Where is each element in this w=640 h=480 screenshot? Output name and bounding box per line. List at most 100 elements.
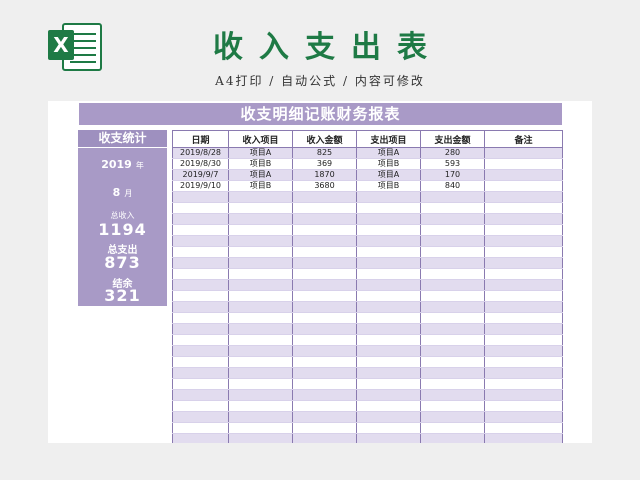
cell-notes[interactable] xyxy=(484,147,563,159)
cell-expense-amount[interactable] xyxy=(420,400,485,412)
cell-expense-amount[interactable] xyxy=(420,378,485,390)
cell-notes[interactable] xyxy=(484,158,563,170)
cell-income-item[interactable] xyxy=(228,433,293,443)
cell-income-item[interactable] xyxy=(228,213,293,225)
cell-expense-amount[interactable] xyxy=(420,334,485,346)
cell-income-item[interactable] xyxy=(228,191,293,203)
cell-date[interactable]: 2019/9/10 xyxy=(172,180,229,192)
cell-notes[interactable] xyxy=(484,202,563,214)
cell-expense-item[interactable]: 项目A xyxy=(356,169,421,181)
cell-date[interactable] xyxy=(172,356,229,368)
cell-notes[interactable] xyxy=(484,235,563,247)
cell-expense-item[interactable] xyxy=(356,389,421,401)
cell-expense-amount[interactable] xyxy=(420,213,485,225)
cell-date[interactable] xyxy=(172,224,229,236)
cell-expense-amount[interactable] xyxy=(420,356,485,368)
cell-date[interactable] xyxy=(172,411,229,423)
cell-expense-amount[interactable] xyxy=(420,279,485,291)
cell-expense-item[interactable] xyxy=(356,224,421,236)
cell-income-amount[interactable] xyxy=(292,290,357,302)
cell-notes[interactable] xyxy=(484,290,563,302)
cell-date[interactable]: 2019/9/7 xyxy=(172,169,229,181)
cell-notes[interactable] xyxy=(484,334,563,346)
cell-income-amount[interactable] xyxy=(292,422,357,434)
cell-income-item[interactable] xyxy=(228,268,293,280)
cell-date[interactable] xyxy=(172,235,229,247)
cell-notes[interactable] xyxy=(484,312,563,324)
cell-income-amount[interactable] xyxy=(292,268,357,280)
cell-income-amount[interactable] xyxy=(292,257,357,269)
cell-income-item[interactable] xyxy=(228,367,293,379)
cell-expense-amount[interactable] xyxy=(420,345,485,357)
cell-expense-item[interactable] xyxy=(356,334,421,346)
cell-notes[interactable] xyxy=(484,191,563,203)
cell-income-amount[interactable]: 1870 xyxy=(292,169,357,181)
cell-income-amount[interactable] xyxy=(292,389,357,401)
cell-expense-amount[interactable] xyxy=(420,257,485,269)
cell-date[interactable] xyxy=(172,334,229,346)
cell-income-amount[interactable] xyxy=(292,378,357,390)
cell-income-item[interactable] xyxy=(228,422,293,434)
cell-expense-item[interactable] xyxy=(356,312,421,324)
cell-notes[interactable] xyxy=(484,389,563,401)
cell-expense-amount[interactable]: 280 xyxy=(420,147,485,159)
cell-expense-item[interactable] xyxy=(356,345,421,357)
cell-expense-amount[interactable] xyxy=(420,433,485,443)
cell-income-item[interactable]: 项目B xyxy=(228,180,293,192)
cell-income-item[interactable] xyxy=(228,224,293,236)
cell-income-item[interactable]: 项目B xyxy=(228,158,293,170)
cell-notes[interactable] xyxy=(484,301,563,313)
cell-expense-item[interactable] xyxy=(356,235,421,247)
cell-date[interactable] xyxy=(172,367,229,379)
cell-date[interactable] xyxy=(172,246,229,258)
cell-date[interactable] xyxy=(172,389,229,401)
cell-income-amount[interactable] xyxy=(292,279,357,291)
cell-income-amount[interactable] xyxy=(292,323,357,335)
cell-income-item[interactable] xyxy=(228,235,293,247)
cell-income-item[interactable] xyxy=(228,400,293,412)
cell-income-amount[interactable]: 369 xyxy=(292,158,357,170)
cell-notes[interactable] xyxy=(484,279,563,291)
cell-date[interactable] xyxy=(172,191,229,203)
cell-income-item[interactable] xyxy=(228,312,293,324)
cell-expense-amount[interactable] xyxy=(420,290,485,302)
cell-income-amount[interactable] xyxy=(292,312,357,324)
cell-notes[interactable] xyxy=(484,356,563,368)
cell-date[interactable] xyxy=(172,268,229,280)
cell-date[interactable] xyxy=(172,345,229,357)
cell-expense-amount[interactable] xyxy=(420,367,485,379)
cell-income-item[interactable] xyxy=(228,301,293,313)
cell-expense-item[interactable] xyxy=(356,433,421,443)
cell-expense-amount[interactable] xyxy=(420,389,485,401)
cell-expense-amount[interactable] xyxy=(420,268,485,280)
cell-income-amount[interactable] xyxy=(292,334,357,346)
cell-income-amount[interactable] xyxy=(292,367,357,379)
cell-notes[interactable] xyxy=(484,323,563,335)
cell-expense-item[interactable] xyxy=(356,411,421,423)
cell-notes[interactable] xyxy=(484,257,563,269)
cell-expense-item[interactable] xyxy=(356,400,421,412)
cell-expense-amount[interactable] xyxy=(420,202,485,214)
cell-notes[interactable] xyxy=(484,180,563,192)
cell-date[interactable] xyxy=(172,378,229,390)
cell-notes[interactable] xyxy=(484,411,563,423)
cell-date[interactable] xyxy=(172,312,229,324)
cell-income-amount[interactable] xyxy=(292,400,357,412)
cell-date[interactable] xyxy=(172,202,229,214)
cell-expense-item[interactable] xyxy=(356,213,421,225)
cell-date[interactable] xyxy=(172,323,229,335)
cell-expense-item[interactable]: 项目B xyxy=(356,158,421,170)
cell-notes[interactable] xyxy=(484,422,563,434)
cell-notes[interactable] xyxy=(484,400,563,412)
cell-date[interactable] xyxy=(172,400,229,412)
cell-income-item[interactable]: 项目A xyxy=(228,169,293,181)
cell-notes[interactable] xyxy=(484,378,563,390)
cell-expense-item[interactable] xyxy=(356,246,421,258)
cell-notes[interactable] xyxy=(484,433,563,443)
cell-expense-item[interactable] xyxy=(356,422,421,434)
cell-income-amount[interactable] xyxy=(292,202,357,214)
cell-date[interactable] xyxy=(172,433,229,443)
cell-expense-amount[interactable] xyxy=(420,246,485,258)
cell-expense-item[interactable] xyxy=(356,279,421,291)
cell-income-amount[interactable] xyxy=(292,224,357,236)
